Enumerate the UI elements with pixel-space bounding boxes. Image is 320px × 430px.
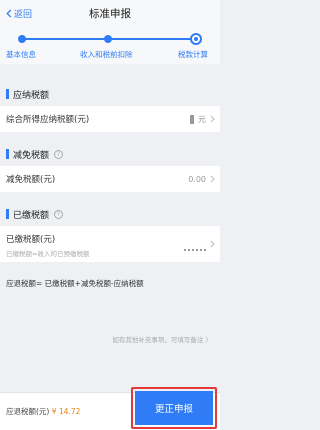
progress-stepper: 基本信息 收入和税前扣除 税款计算 — [0, 26, 220, 64]
step-connector — [22, 38, 108, 40]
section-title: 应纳税额 — [13, 90, 50, 101]
help-icon[interactable]: ? — [54, 209, 64, 219]
section-header-paid: 已缴税额 ? — [0, 202, 220, 226]
row-label: 综合所得应纳税额(元) — [6, 115, 90, 125]
masked-value — [184, 248, 206, 251]
nav-bar: 返回 标准申报 — [0, 0, 220, 26]
refund-formula: 应退税额= 已缴税额+减免税额-应纳税额 — [6, 279, 144, 288]
chevron-right-icon — [210, 115, 215, 123]
payable-tax-value: 元 — [190, 114, 206, 125]
page-title: 标准申报 — [89, 8, 131, 20]
step-dot-current — [190, 33, 202, 45]
reduction-tax-row[interactable]: 减免税额(元) 0.00 — [0, 166, 220, 192]
remarks-link[interactable]: 如有其他补充事项，可填写备注 〉 — [112, 334, 212, 344]
step-dot-done — [104, 35, 112, 43]
paid-tax-row[interactable]: 已缴税额(元) 已缴税额=收入的已预缴税额 — [0, 226, 220, 262]
section-header-payable: 应纳税额 — [0, 82, 220, 106]
refund-amount: 应退税额(元) ¥ 14.72 — [6, 406, 80, 417]
row-sublabel: 已缴税额=收入的已预缴税额 — [6, 250, 90, 258]
paid-tax-value — [184, 239, 206, 258]
refund-amount-value: ¥ 14.72 — [51, 407, 81, 416]
help-icon[interactable]: ? — [54, 149, 64, 159]
masked-value — [190, 114, 194, 124]
step-connector — [108, 38, 196, 40]
step-label-basic-info: 基本信息 — [6, 50, 36, 59]
section-title: 已缴税额 — [13, 210, 50, 221]
chevron-right-icon — [210, 240, 215, 248]
section-title: 减免税额 — [13, 150, 50, 161]
row-label: 已缴税额(元) — [6, 235, 56, 245]
correct-declaration-button[interactable]: 更正申报 — [135, 391, 213, 425]
row-label: 减免税额(元) — [6, 175, 56, 185]
refund-amount-label: 应退税额(元) — [6, 407, 50, 416]
step-label-income-deductions: 收入和税前扣除 — [80, 50, 133, 59]
reduction-tax-value: 0.00 — [188, 174, 206, 184]
section-header-reduction: 减免税额 ? — [0, 142, 220, 166]
step-label-tax-calculation: 税款计算 — [178, 50, 208, 59]
payable-tax-row[interactable]: 综合所得应纳税额(元) 元 — [0, 106, 220, 132]
chevron-right-icon — [210, 175, 215, 183]
step-dot-done — [18, 35, 26, 43]
